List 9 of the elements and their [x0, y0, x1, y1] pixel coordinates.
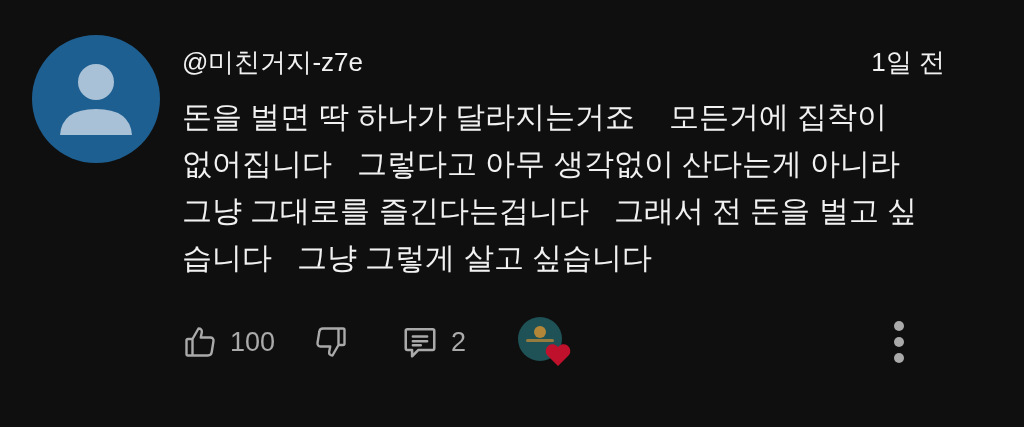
reply-button[interactable]: 2: [401, 321, 467, 363]
author-name[interactable]: @미친거지-z7e: [182, 42, 363, 82]
like-button[interactable]: 100: [182, 321, 276, 363]
more-options-button[interactable]: [893, 320, 905, 364]
more-icon: [893, 320, 905, 364]
comment-text: 돈을 벌면 딱 하나가 달라지는거죠 모든거에 집착이 없어집니다 그렇다고 아무 생각없이 산다는게 아니라 그냥 그대로를 즐긴다는겁니다 그래서 전 돈을 벌고 싶 습니다 그냥 그렇게 살고 싶습니다: [182, 99, 918, 276]
comment-time: 1일 전: [871, 45, 945, 79]
thumbs-up-icon: [182, 324, 218, 360]
avatar-icon: [32, 35, 160, 163]
